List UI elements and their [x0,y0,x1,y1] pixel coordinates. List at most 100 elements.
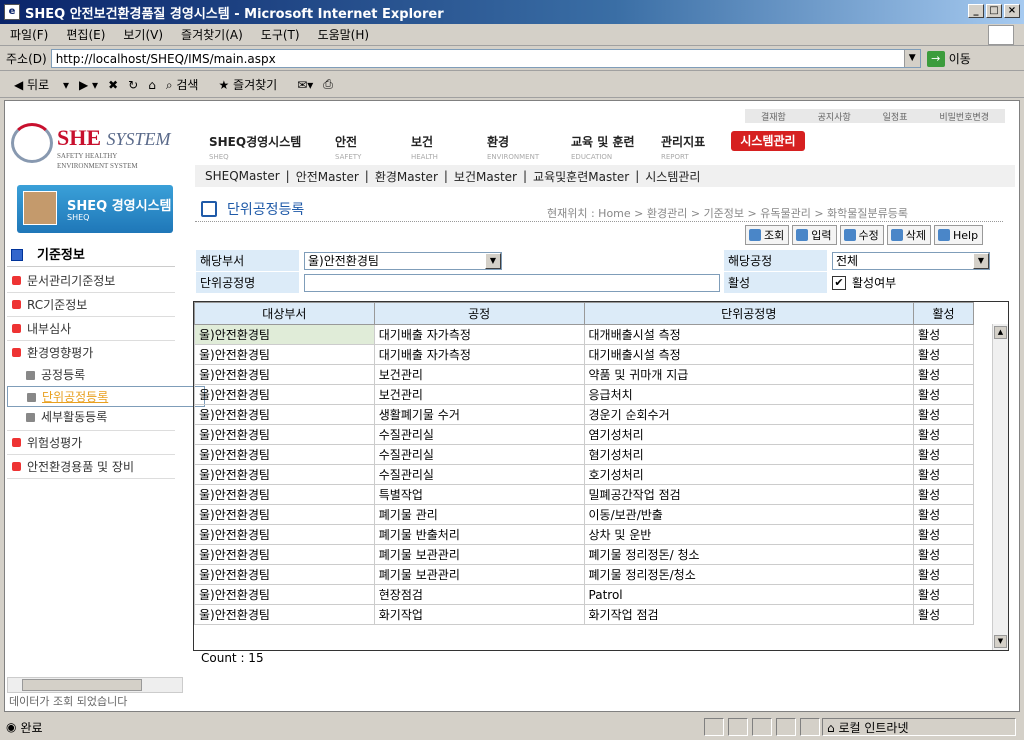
system-menu-button[interactable]: 시스템관리 [731,131,805,151]
table-cell: 활성 [913,404,974,425]
subnav-item-4[interactable]: 교육및훈련Master [533,168,629,185]
refresh-icon[interactable]: ↻ [128,78,138,92]
subnav-item-0[interactable]: SHEQMaster [205,169,280,183]
nav-item-audit[interactable]: 내부심사 [7,317,175,341]
top-link-0[interactable]: 결재함 [761,110,786,123]
maximize-button[interactable]: □ [986,4,1002,18]
table-row[interactable]: 울)안전환경팀 특별작업 밀폐공간작업 점검 활성 [194,484,974,505]
table-row[interactable]: 울)안전환경팀 대기배출 자가측정 대개배출시설 측정 활성 [194,324,974,345]
subnav-item-1[interactable]: 안전Master [296,168,359,185]
insert-icon [796,229,809,241]
table-row[interactable]: 울)안전환경팀 현장점검 Patrol 활성 [194,584,974,605]
menu-item-3[interactable]: 즐겨찾기(A) [181,26,243,43]
help-button[interactable]: Help [934,225,984,245]
table-row[interactable]: 울)안전환경팀 수질관리실 혐기성처리 활성 [194,444,974,465]
search-button[interactable]: ⌕ 검색 [166,76,209,93]
top-nav-item-5[interactable]: 관리지표 REPORT [661,133,705,161]
top-nav-item-4[interactable]: 교육 및 훈련 EDUCATION [571,133,635,161]
top-nav-item-2[interactable]: 보건 HEALTH [411,133,438,161]
process-select[interactable]: 전체 ▼ [832,251,990,270]
menu-item-4[interactable]: 도구(T) [261,26,300,43]
nav-sub-process[interactable]: 공정등록 [7,365,175,386]
subnav-item-3[interactable]: 보건Master [454,168,517,185]
nav-item-risk[interactable]: 위험성평가 [7,431,175,455]
home-icon[interactable]: ⌂ [148,78,156,92]
table-cell: 혐기성처리 [583,444,915,465]
table-cell: 폐기물 보관관리 [373,544,585,565]
table-row[interactable]: 울)안전환경팀 생활폐기물 수거 경운기 순회수거 활성 [194,404,974,425]
col-unit[interactable]: 단위공정명 [583,302,915,325]
table-cell: 폐기물 정리정돈/청소 [583,564,915,585]
table-row[interactable]: 울)안전환경팀 폐기물 반출처리 상차 및 운반 활성 [194,524,974,545]
address-bar: 주소(D) http://localhost/SHEQ/IMS/main.asp… [0,47,1024,71]
query-button[interactable]: 조회 [745,225,790,245]
table-cell: 울)안전환경팀 [194,384,375,405]
table-cell: 울)안전환경팀 [194,364,375,385]
table-row[interactable]: 울)안전환경팀 폐기물 보관관리 폐기물 정리정돈/ 청소 활성 [194,544,974,565]
table-cell: 울)안전환경팀 [194,404,375,425]
table-cell: 특별작업 [373,484,585,505]
nav-item-equipment[interactable]: 안전환경용품 및 장비 [7,455,175,479]
top-nav-label: 환경 [487,135,510,149]
go-button[interactable]: → 이동 [926,50,971,67]
table-row[interactable]: 울)안전환경팀 수질관리실 호기성처리 활성 [194,464,974,485]
table-cell: Patrol [583,584,915,605]
unit-name-input[interactable] [304,273,720,292]
active-checkbox[interactable]: ✔ [832,275,846,290]
col-dept[interactable]: 대상부서 [194,302,375,325]
top-nav-item-1[interactable]: 안전 SAFETY [335,133,361,161]
window-title: SHEQ 안전보건환경품질 경영시스템 - Microsoft Internet… [25,6,444,22]
banner-image [23,191,57,225]
active-label: 활성 [723,271,828,294]
table-row[interactable]: 울)안전환경팀 화기작업 화기작업 점검 활성 [194,604,974,625]
favorites-button[interactable]: ★ 즐겨찾기 [218,76,287,93]
page-title: 단위공정등록 [201,199,304,219]
toolbar: ◀ 뒤로 ▾ ▶ ▾ ✖ ↻ ⌂ ⌕ 검색 ★ 즐겨찾기 ✉▾ ⎙ [0,72,1024,98]
menu-item-5[interactable]: 도움말(H) [318,26,370,43]
grid-vscrollbar[interactable]: ▲ ▼ [992,324,1008,650]
top-nav-item-0[interactable]: SHEQ경영시스템 SHEQ [209,133,301,161]
address-input[interactable]: http://localhost/SHEQ/IMS/main.aspx ▼ [50,49,921,68]
edit-button[interactable]: 수정 [839,225,884,245]
nav-sub-activity[interactable]: 세부활동등록 [7,407,175,428]
sheq-banner[interactable]: SHEQ 경영시스템 SHEQ [17,185,173,233]
top-link-3[interactable]: 비밀번호변경 [939,110,989,123]
menu-item-0[interactable]: 파일(F) [10,26,48,43]
left-hscrollbar[interactable] [7,677,183,693]
table-row[interactable]: 울)안전환경팀 대기배출 자가측정 대기배출시설 측정 활성 [194,344,974,365]
col-process[interactable]: 공정 [373,302,585,325]
subnav-item-2[interactable]: 환경Master [375,168,438,185]
nav-item-env-impact[interactable]: 환경영향평가 [7,341,175,365]
stop-icon[interactable]: ✖ [108,78,118,92]
insert-button[interactable]: 입력 [792,225,837,245]
top-link-1[interactable]: 공지사항 [818,110,851,123]
print-icon[interactable]: ⎙ [323,77,333,92]
delete-button[interactable]: 삭제 [886,225,931,245]
table-row[interactable]: 울)안전환경팀 수질관리실 염기성처리 활성 [194,424,974,445]
address-dropdown[interactable]: ▼ [903,50,920,67]
table-row[interactable]: 울)안전환경팀 폐기물 관리 이동/보관/반출 활성 [194,504,974,525]
unit-name-label: 단위공정명 [195,271,300,294]
close-button[interactable]: × [1004,4,1020,18]
dept-select[interactable]: 울)안전환경팀 ▼ [304,251,502,270]
table-cell: 수질관리실 [373,444,585,465]
table-row[interactable]: 울)안전환경팀 보건관리 약품 및 귀마개 지급 활성 [194,364,974,385]
back-button[interactable]: ◀ 뒤로 ▾ [14,76,69,93]
forward-button[interactable]: ▶ ▾ [79,78,98,92]
nav-sub-unit-process[interactable]: 단위공정등록 [7,386,205,407]
menu-item-1[interactable]: 편집(E) [66,26,105,43]
top-link-2[interactable]: 일정표 [883,110,908,123]
table-row[interactable]: 울)안전환경팀 보건관리 응급처치 활성 [194,384,974,405]
subnav-item-5[interactable]: 시스템관리 [645,168,700,185]
minimize-button[interactable]: _ [968,4,984,18]
mail-icon[interactable]: ✉▾ [297,78,313,92]
nav-item-documents[interactable]: 문서관리기준정보 [7,269,175,293]
sub-nav: SHEQMaster | 안전Master | 환경Master | 보건Master | 교육… [195,165,1015,187]
table-row[interactable]: 울)안전환경팀 폐기물 보관관리 폐기물 정리정돈/청소 활성 [194,564,974,585]
nav-item-rc[interactable]: RC기준정보 [7,293,175,317]
subnav-separator: | [443,169,448,183]
menu-item-2[interactable]: 보기(V) [123,26,163,43]
breadcrumb: 현재위치 : Home > 환경관리 > 기준정보 > 유독물관리 > 화학물질… [547,207,909,220]
col-active[interactable]: 활성 [913,302,974,325]
top-nav-item-3[interactable]: 환경 ENVIRONMENT [487,133,539,161]
